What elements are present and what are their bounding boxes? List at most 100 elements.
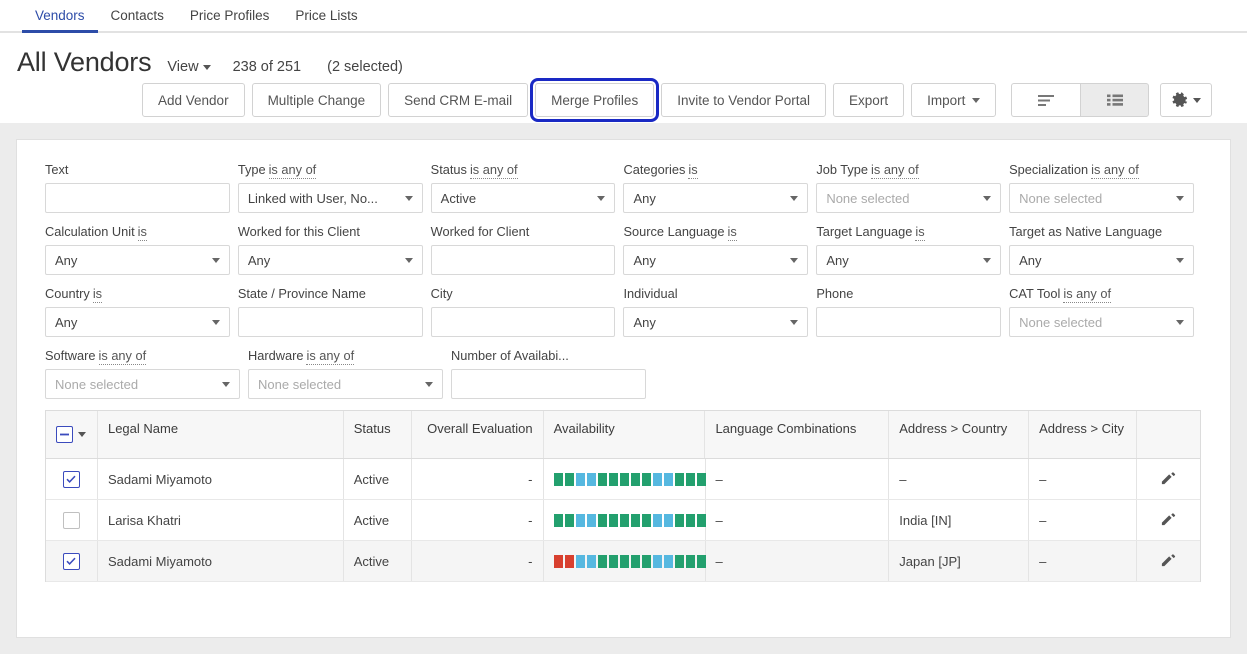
row-checkbox-checked[interactable] xyxy=(62,470,80,488)
column-header[interactable]: Overall Evaluation xyxy=(412,411,544,458)
filter-input-worked-for-client[interactable] xyxy=(430,245,616,275)
availability-segment xyxy=(553,554,563,568)
filter-operator[interactable]: is any of xyxy=(268,162,317,179)
column-header[interactable]: Address > City xyxy=(1029,411,1138,458)
availability-segment xyxy=(685,554,695,568)
tab-vendors[interactable]: Vendors xyxy=(22,8,98,33)
filter-select-specialization[interactable]: None selected xyxy=(1009,183,1194,213)
view-dropdown[interactable]: View xyxy=(167,59,211,75)
page-title: All Vendors xyxy=(17,47,152,77)
column-header[interactable]: Status xyxy=(344,411,412,458)
filter-input-phone[interactable] xyxy=(816,307,1002,337)
filter-select-worked-for-this-client[interactable]: Any xyxy=(237,245,423,275)
add-vendor-button[interactable]: Add Vendor xyxy=(142,83,245,117)
table-row[interactable]: Sadami Miyamoto Active - – – – xyxy=(46,459,1200,500)
filter-select-target-language[interactable]: Any xyxy=(816,245,1002,275)
row-checkbox-unchecked[interactable] xyxy=(62,511,80,529)
row-checkbox-checked[interactable] xyxy=(62,552,80,570)
cell-legal-name: Sadami Miyamoto xyxy=(98,541,344,581)
gear-icon xyxy=(1172,91,1187,107)
filter-label: Individual xyxy=(623,286,808,302)
filter-input-number-of-availabi[interactable] xyxy=(451,369,646,399)
column-header[interactable]: Address > Country xyxy=(889,411,1030,458)
filter-select-target-as-native-language[interactable]: Any xyxy=(1009,245,1194,275)
filter-operator[interactable]: is any of xyxy=(306,348,355,365)
filter-select-calculation-unit[interactable]: Any xyxy=(45,245,230,275)
edit-row-button[interactable] xyxy=(1160,469,1177,489)
filter-select-categories[interactable]: Any xyxy=(623,183,809,213)
filter-operator[interactable]: is xyxy=(137,224,147,241)
availability-segment xyxy=(663,554,673,568)
compact-view-button[interactable] xyxy=(1011,83,1081,117)
table-row[interactable]: Larisa Khatri Active - – India [IN] – xyxy=(46,500,1200,541)
filter-operator[interactable]: is any of xyxy=(871,162,919,179)
filter-operator[interactable]: is xyxy=(727,224,737,241)
tab-price-profiles[interactable]: Price Profiles xyxy=(177,8,283,32)
filter-label: Phone xyxy=(816,286,1001,302)
filter-select-individual[interactable]: Any xyxy=(623,307,809,337)
column-header[interactable]: Availability xyxy=(544,411,706,458)
filter-select-hardware[interactable]: None selected xyxy=(248,369,443,399)
filter-select-type[interactable]: Linked with User, No... xyxy=(237,183,423,213)
filter-select-country[interactable]: Any xyxy=(45,307,230,337)
availability-segment xyxy=(696,554,706,568)
filter-operator[interactable]: is any of xyxy=(98,348,147,365)
filter-input-text[interactable] xyxy=(45,183,230,213)
filter-target-as-native-language: Target as Native Language Any xyxy=(1009,224,1194,275)
filter-operator[interactable]: is xyxy=(915,224,925,241)
filter-cat-tool: CAT Tool is any of None selected xyxy=(1009,286,1194,337)
filter-input-city[interactable] xyxy=(430,307,616,337)
filter-software: Software is any of None selected xyxy=(45,348,240,399)
cell-edit-action xyxy=(1137,459,1200,499)
chevron-down-icon xyxy=(404,258,413,263)
select-all-control[interactable] xyxy=(56,426,87,443)
edit-row-button[interactable] xyxy=(1160,510,1177,530)
cell-city: – xyxy=(1029,541,1138,581)
filter-input-state-province-name[interactable] xyxy=(237,307,423,337)
filter-select-software[interactable]: None selected xyxy=(45,369,240,399)
column-header[interactable]: Language Combinations xyxy=(705,411,890,458)
import-button[interactable]: Import xyxy=(911,83,997,117)
filter-select-value: None selected xyxy=(55,376,139,392)
table-row[interactable]: Sadami Miyamoto Active - – Japan [JP] – xyxy=(46,541,1200,582)
settings-button[interactable] xyxy=(1160,83,1213,117)
filter-operator[interactable]: is xyxy=(688,162,698,179)
filter-label: Country is xyxy=(45,286,230,303)
send-crm-email-button[interactable]: Send CRM E-mail xyxy=(388,83,529,117)
cell-overall-evaluation: - xyxy=(412,459,544,499)
filter-operator[interactable]: is any of xyxy=(1091,162,1139,179)
tab-price-lists[interactable]: Price Lists xyxy=(282,8,370,32)
invite-to-vendor-portal-button[interactable]: Invite to Vendor Portal xyxy=(661,83,827,117)
filter-label: Number of Availabi... xyxy=(451,348,646,364)
filter-select-cat-tool[interactable]: None selected xyxy=(1009,307,1194,337)
chevron-down-icon xyxy=(211,258,220,263)
filter-select-job-type[interactable]: None selected xyxy=(816,183,1002,213)
table-header: Legal Name Status Overall Evaluation Availa… xyxy=(46,411,1200,459)
tab-contacts[interactable]: Contacts xyxy=(98,8,177,32)
filter-number-of-availabi: Number of Availabi... xyxy=(451,348,646,399)
row-select-cell xyxy=(46,459,98,499)
chevron-down-icon xyxy=(790,258,799,263)
availability-bar xyxy=(553,513,706,527)
availability-segment xyxy=(696,513,706,527)
column-header[interactable]: Legal Name xyxy=(98,411,344,458)
export-button[interactable]: Export xyxy=(833,83,905,117)
select-all-checkbox[interactable] xyxy=(56,426,74,443)
multiple-change-button[interactable]: Multiple Change xyxy=(251,83,382,117)
availability-segment xyxy=(553,472,563,486)
availability-segment xyxy=(641,513,651,527)
filter-operator[interactable]: is any of xyxy=(469,162,518,179)
edit-row-button[interactable] xyxy=(1160,551,1177,571)
merge-profiles-button[interactable]: Merge Profiles xyxy=(530,78,660,122)
detail-view-button[interactable] xyxy=(1080,83,1150,117)
filter-select-source-language[interactable]: Any xyxy=(623,245,809,275)
filter-phone: Phone xyxy=(816,286,1002,337)
filter-label: Target as Native Language xyxy=(1009,224,1194,240)
cell-availability xyxy=(544,500,706,540)
availability-segment xyxy=(674,472,684,486)
filter-select-status[interactable]: Active xyxy=(430,183,616,213)
filter-hardware: Hardware is any of None selected xyxy=(248,348,443,399)
filter-operator[interactable]: is xyxy=(92,286,103,303)
availability-segment xyxy=(674,513,684,527)
filter-operator[interactable]: is any of xyxy=(1063,286,1112,303)
